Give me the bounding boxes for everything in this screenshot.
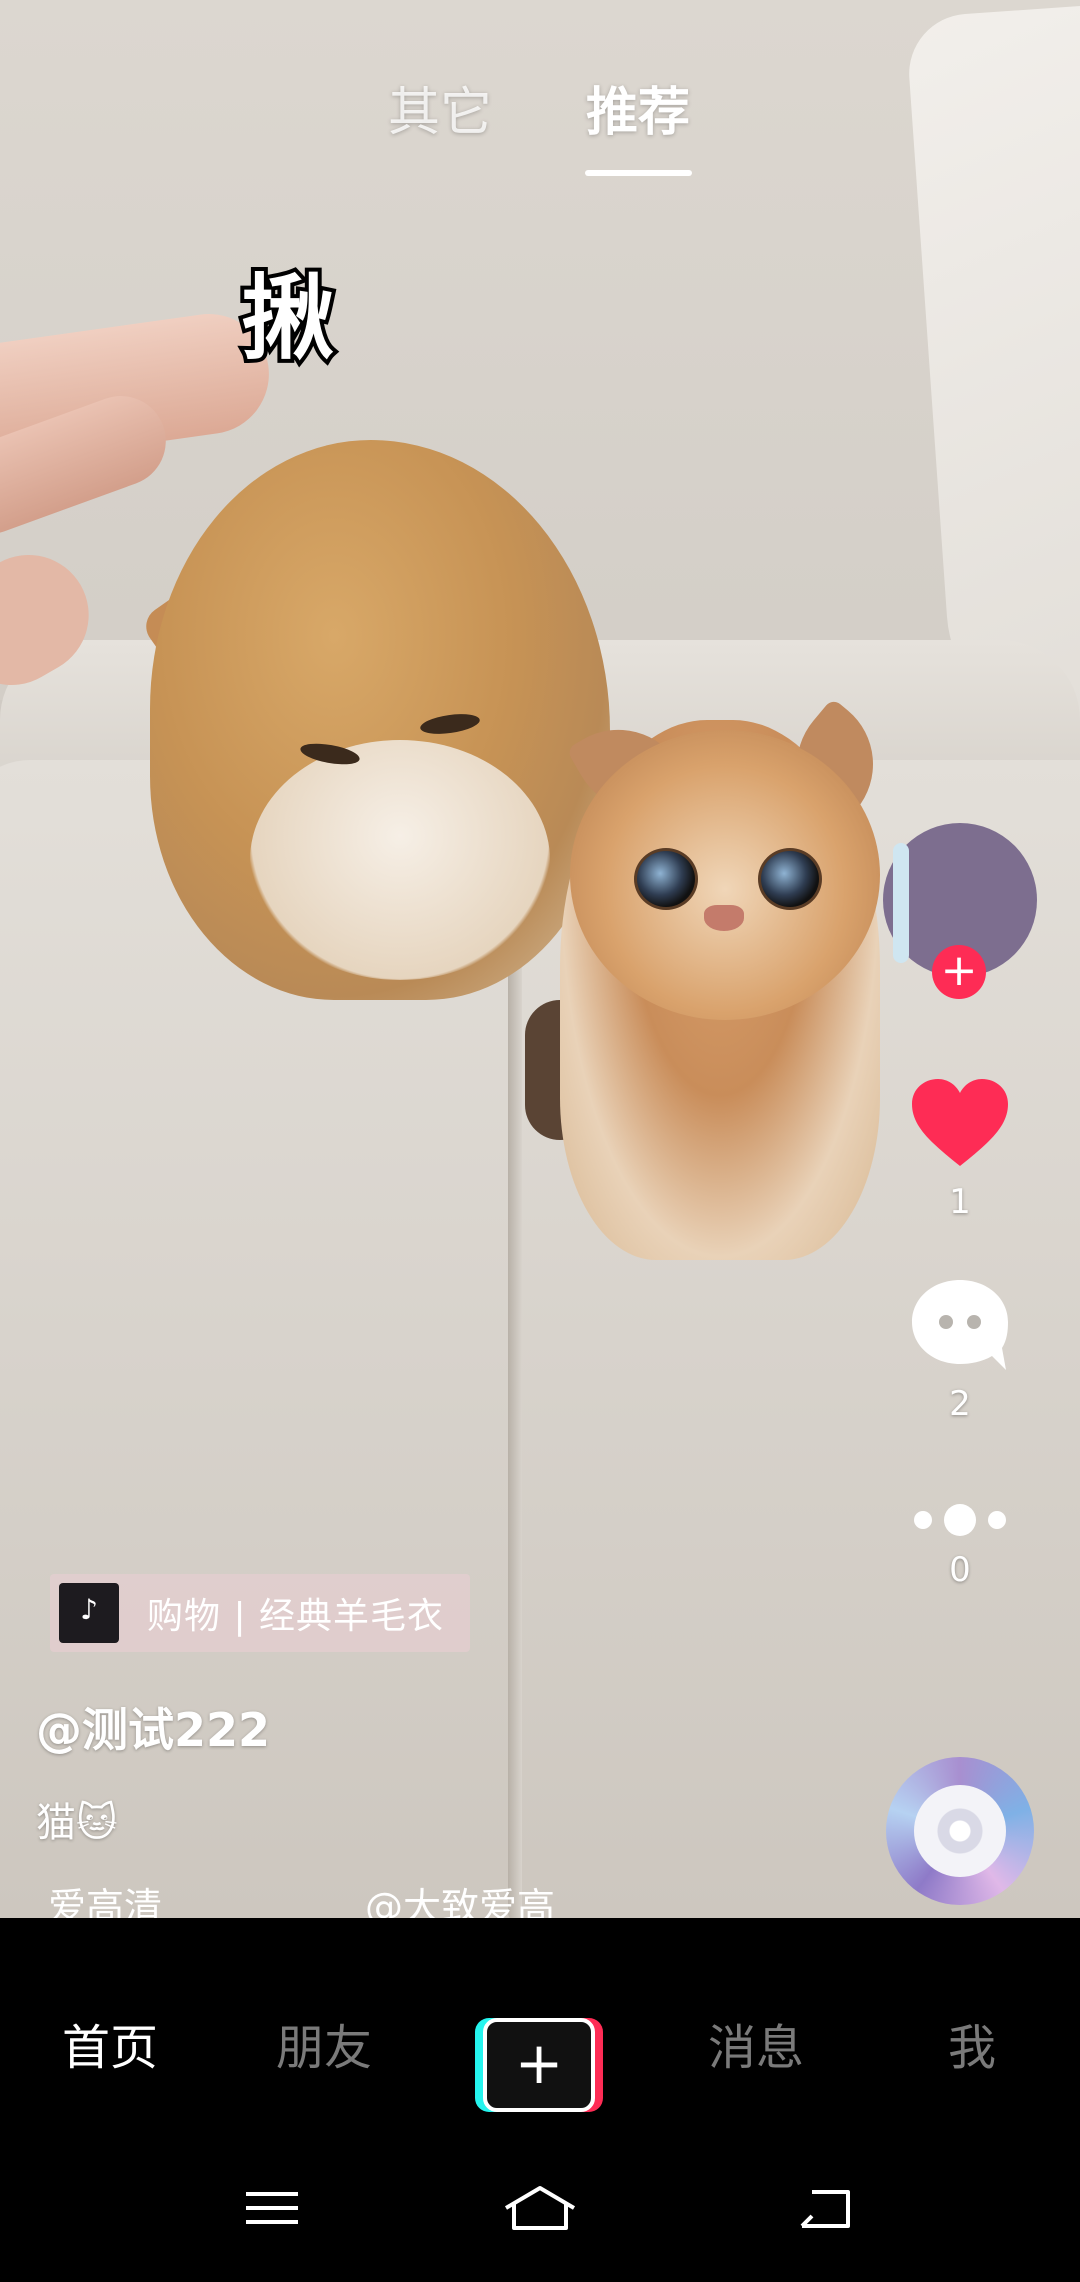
heart-icon <box>912 1079 1008 1166</box>
more-icon <box>895 1500 1025 1540</box>
active-tab-indicator <box>585 170 692 176</box>
home-icon[interactable] <box>500 2178 580 2238</box>
tab-recommended[interactable]: 推荐 <box>586 70 690 145</box>
menu-icon[interactable] <box>242 2178 302 2238</box>
system-navigation-bar <box>0 2138 1080 2282</box>
nav-friends[interactable]: 朋友 <box>276 2008 372 2078</box>
tiktok-shop-icon: ♪ <box>59 1583 119 1643</box>
nav-home[interactable]: 首页 <box>62 2008 158 2078</box>
kitten-nose <box>704 905 744 931</box>
like-count: 1 <box>949 1182 971 1222</box>
back-icon[interactable] <box>794 2178 854 2238</box>
share-count: 0 <box>949 1550 971 1590</box>
avatar-figure <box>893 843 909 963</box>
music-title-left: 爱高清 <box>48 1885 163 1918</box>
comment-button[interactable]: 2 <box>895 1278 1025 1424</box>
kitten-eye <box>758 848 822 910</box>
video-description: 猫🐱 <box>36 1800 118 1846</box>
like-button[interactable]: 1 <box>895 1078 1025 1222</box>
shopping-tag[interactable]: ♪ 购物 | 经典羊毛衣 <box>50 1574 470 1652</box>
music-disc-center <box>914 1785 1006 1877</box>
music-marquee[interactable]: 爱高清 @大致爱高 <box>0 1876 880 1918</box>
nav-me[interactable]: 我 <box>948 2008 996 2078</box>
plus-icon: + <box>483 2018 595 2112</box>
tab-other[interactable]: 其它 <box>388 70 492 145</box>
music-title-right: @大致爱高 <box>365 1885 556 1918</box>
comment-icon <box>912 1280 1008 1370</box>
follow-button[interactable]: + <box>932 945 986 999</box>
kitten-eye <box>634 848 698 910</box>
shopping-tag-label: 购物 | 经典羊毛衣 <box>147 1596 445 1637</box>
sofa-seam <box>508 880 522 1918</box>
music-disc-icon[interactable] <box>886 1757 1034 1905</box>
bottom-navigation: 首页 朋友 + 消息 我 <box>0 1918 1080 2138</box>
video-sticker-text: 揪 <box>238 261 338 376</box>
more-button[interactable]: 0 <box>895 1500 1025 1590</box>
author-name[interactable]: @测试222 <box>36 1694 270 1760</box>
comment-count: 2 <box>949 1384 971 1424</box>
feed-tabs: 其它 推荐 <box>0 70 1080 190</box>
golden-cat-chest <box>250 740 550 980</box>
kitten-head <box>570 730 880 1020</box>
nav-messages[interactable]: 消息 <box>708 2008 804 2078</box>
create-button[interactable]: + <box>475 2018 603 2112</box>
